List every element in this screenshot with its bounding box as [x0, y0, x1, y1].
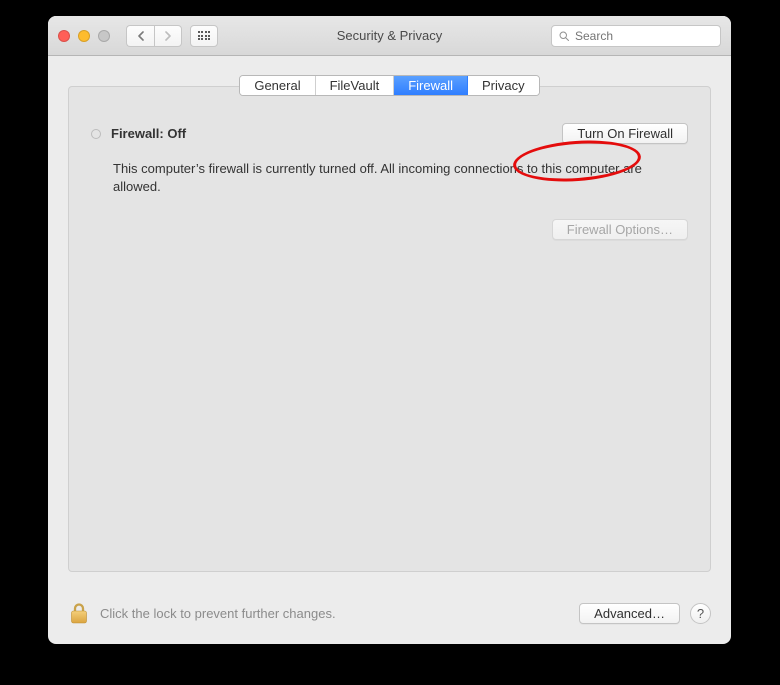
search-icon: [558, 30, 570, 42]
minimize-window-button[interactable]: [78, 30, 90, 42]
window-controls: [58, 30, 110, 42]
nav-buttons: [126, 25, 182, 47]
tab-firewall[interactable]: Firewall: [394, 76, 468, 95]
toolbar: Security & Privacy: [48, 16, 731, 56]
back-button[interactable]: [126, 25, 154, 47]
close-window-button[interactable]: [58, 30, 70, 42]
firewall-description: This computer’s firewall is currently tu…: [113, 160, 673, 195]
chevron-right-icon: [164, 31, 172, 41]
body: General FileVault Firewall Privacy Firew…: [48, 56, 731, 644]
firewall-status-label: Firewall: Off: [111, 126, 552, 141]
tab-privacy[interactable]: Privacy: [468, 76, 539, 95]
firewall-status-row: Firewall: Off Turn On Firewall: [91, 123, 688, 144]
lock-text: Click the lock to prevent further change…: [100, 606, 569, 621]
zoom-window-button[interactable]: [98, 30, 110, 42]
search-input[interactable]: [551, 25, 721, 47]
lock-icon[interactable]: [68, 600, 90, 626]
chevron-left-icon: [137, 31, 145, 41]
tab-filevault[interactable]: FileVault: [316, 76, 395, 95]
firewall-status-indicator-icon: [91, 129, 101, 139]
search-field[interactable]: [575, 29, 714, 43]
footer: Click the lock to prevent further change…: [68, 600, 711, 626]
firewall-options-button[interactable]: Firewall Options…: [552, 219, 688, 240]
tab-general[interactable]: General: [240, 76, 315, 95]
help-button[interactable]: ?: [690, 603, 711, 624]
advanced-button[interactable]: Advanced…: [579, 603, 680, 624]
tab-bar: General FileVault Firewall Privacy: [239, 75, 539, 96]
turn-on-firewall-button[interactable]: Turn On Firewall: [562, 123, 688, 144]
preferences-window: Security & Privacy General FileVault Fir…: [48, 16, 731, 644]
show-all-button[interactable]: [190, 25, 218, 47]
grid-icon: [198, 31, 211, 40]
forward-button[interactable]: [154, 25, 182, 47]
firewall-panel: Firewall: Off Turn On Firewall This comp…: [68, 86, 711, 572]
